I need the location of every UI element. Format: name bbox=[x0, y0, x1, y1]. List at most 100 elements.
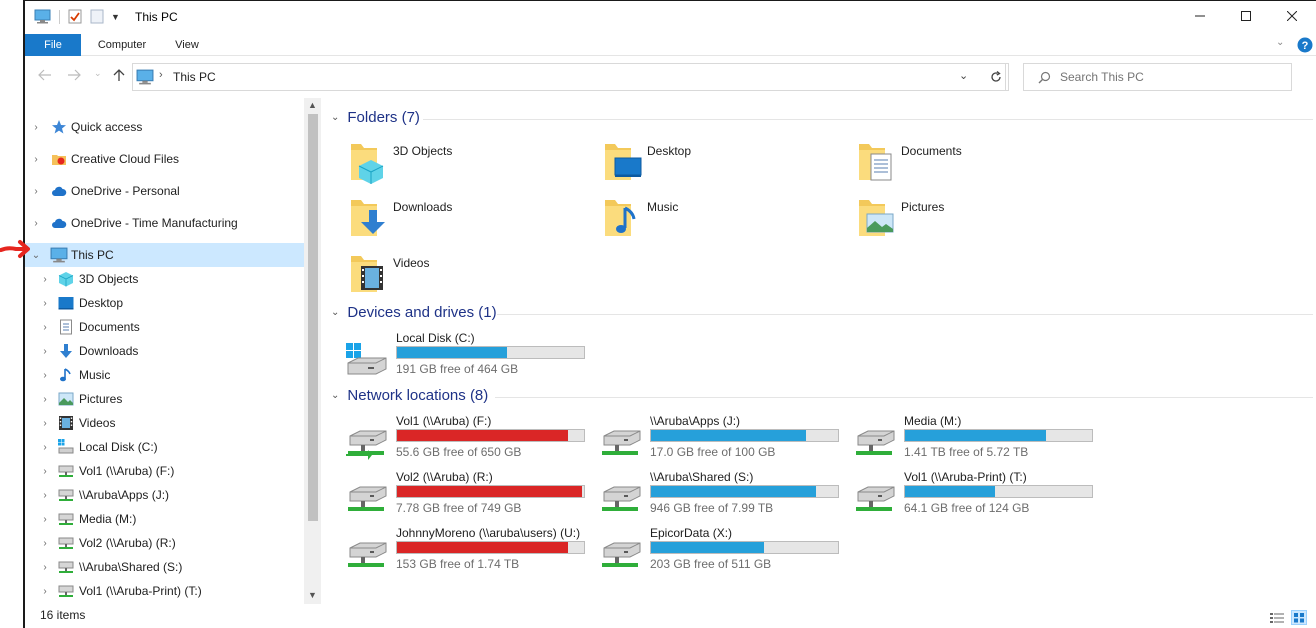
expand-chevron-icon[interactable]: › bbox=[31, 186, 41, 197]
folder-tile-pictures[interactable]: Pictures bbox=[855, 196, 1105, 248]
expand-chevron-icon[interactable]: › bbox=[40, 490, 50, 501]
nav-item-creative-cloud-files[interactable]: › Creative Cloud Files bbox=[25, 147, 304, 171]
address-bar[interactable]: › This PC ⌄ bbox=[132, 63, 1006, 91]
expand-chevron-icon[interactable]: › bbox=[40, 562, 50, 573]
expand-chevron-icon[interactable]: › bbox=[31, 218, 41, 229]
nav-item-documents[interactable]: › Documents bbox=[25, 315, 304, 339]
toolbar-divider bbox=[59, 9, 60, 24]
nav-item-local-disk-c[interactable]: › Local Disk (C:) bbox=[25, 435, 304, 459]
nav-item-videos[interactable]: › Videos bbox=[25, 411, 304, 435]
expand-chevron-icon[interactable]: › bbox=[40, 298, 50, 309]
minimize-icon bbox=[1195, 15, 1205, 17]
scroll-up-arrow-icon[interactable]: ▲ bbox=[308, 100, 317, 110]
nav-item-onedrive-personal[interactable]: › OneDrive - Personal bbox=[25, 179, 304, 203]
group-collapse-chevron-icon[interactable]: ⌄ bbox=[331, 390, 339, 401]
folder-tile-3d-objects[interactable]: 3D Objects bbox=[347, 140, 597, 192]
nav-item-quick-access[interactable]: › Quick access bbox=[25, 115, 304, 139]
drive-usage-fill bbox=[905, 486, 996, 497]
network-tile-media-m[interactable]: Media (M:) 1.41 TB free of 5.72 TB bbox=[856, 414, 1108, 466]
nav-item-vol2-aruba-r[interactable]: › Vol2 (\\Aruba) (R:) bbox=[25, 531, 304, 555]
nav-label: OneDrive - Time Manufacturing bbox=[71, 216, 238, 230]
group-header-devices[interactable]: ⌄ Devices and drives (1) bbox=[331, 304, 497, 321]
computer-icon bbox=[136, 69, 154, 85]
nav-item-onedrive-time-manufacturing[interactable]: › OneDrive - Time Manufacturing bbox=[25, 211, 304, 235]
help-icon[interactable]: ? bbox=[1297, 37, 1313, 53]
network-tile-vol1-aruba-f[interactable]: Vol1 (\\Aruba) (F:) 55.6 GB free of 650 … bbox=[346, 414, 600, 466]
nav-scrollbar-thumb[interactable] bbox=[308, 114, 318, 521]
recent-locations-chevron-icon[interactable]: ⌄ bbox=[94, 68, 102, 79]
back-button[interactable] bbox=[38, 68, 52, 84]
tab-computer[interactable]: Computer bbox=[87, 34, 157, 56]
drive-tile-local-disk-c[interactable]: Local Disk (C:) 191 GB free of 464 GB bbox=[346, 331, 600, 383]
tiles-view-icon[interactable] bbox=[1291, 610, 1307, 625]
folder-tile-documents[interactable]: Documents bbox=[855, 140, 1105, 192]
breadcrumb-separator-icon[interactable]: › bbox=[159, 69, 163, 81]
videos-icon bbox=[59, 416, 73, 430]
network-tile-johnnymoreno-u[interactable]: JohnnyMoreno (\\aruba\users) (U:) 153 GB… bbox=[348, 526, 600, 578]
nav-item-downloads[interactable]: › Downloads bbox=[25, 339, 304, 363]
group-header-network[interactable]: ⌄ Network locations (8) bbox=[331, 387, 488, 404]
network-tile-aruba-shared-s[interactable]: \\Aruba\Shared (S:) 946 GB free of 7.99 … bbox=[602, 470, 854, 522]
close-button[interactable] bbox=[1269, 0, 1315, 32]
details-view-icon[interactable] bbox=[1270, 612, 1284, 624]
network-drive-icon bbox=[602, 486, 641, 511]
expand-chevron-icon[interactable]: › bbox=[31, 154, 41, 165]
network-tile-epicordata-x[interactable]: EpicorData (X:) 203 GB free of 511 GB bbox=[602, 526, 854, 578]
nav-label: Music bbox=[79, 368, 111, 382]
folder-tile-downloads[interactable]: Downloads bbox=[347, 196, 597, 248]
up-button[interactable] bbox=[113, 68, 125, 85]
nav-item-this-pc[interactable]: ⌄ This PC bbox=[25, 243, 304, 267]
scroll-down-arrow-icon[interactable]: ▼ bbox=[308, 590, 317, 600]
network-tile-vol2-aruba-r[interactable]: Vol2 (\\Aruba) (R:) 7.78 GB free of 749 … bbox=[348, 470, 600, 522]
forward-button[interactable] bbox=[67, 68, 81, 84]
properties-icon[interactable] bbox=[68, 9, 82, 24]
drive-usage-fill bbox=[397, 542, 568, 553]
folder-label: 3D Objects bbox=[393, 144, 453, 158]
tab-view[interactable]: View bbox=[165, 34, 209, 56]
breadcrumb-this-pc[interactable]: This PC bbox=[173, 70, 216, 84]
network-drive-icon bbox=[58, 561, 74, 573]
expand-chevron-icon[interactable]: › bbox=[40, 538, 50, 549]
nav-item-vol1-aruba-print-t[interactable]: › Vol1 (\\Aruba-Print) (T:) bbox=[25, 579, 304, 603]
expand-chevron-icon[interactable]: › bbox=[40, 346, 50, 357]
expand-chevron-icon[interactable]: › bbox=[40, 370, 50, 381]
nav-item-media-m[interactable]: › Media (M:) bbox=[25, 507, 304, 531]
expand-chevron-icon[interactable]: › bbox=[40, 394, 50, 405]
nav-item-pictures[interactable]: › Pictures bbox=[25, 387, 304, 411]
expand-chevron-icon[interactable]: › bbox=[40, 514, 50, 525]
collapse-chevron-icon[interactable]: ⌄ bbox=[31, 250, 41, 261]
search-input[interactable] bbox=[1060, 70, 1280, 84]
expand-chevron-icon[interactable]: › bbox=[40, 466, 50, 477]
expand-ribbon-chevron-icon[interactable]: ⌄ bbox=[1276, 37, 1284, 48]
expand-chevron-icon[interactable]: › bbox=[40, 442, 50, 453]
group-collapse-chevron-icon[interactable]: ⌄ bbox=[331, 307, 339, 318]
folder-tile-videos[interactable]: Videos bbox=[347, 252, 597, 304]
network-tile-vol1-aruba-print-t[interactable]: Vol1 (\\Aruba-Print) (T:) 64.1 GB free o… bbox=[856, 470, 1108, 522]
refresh-button[interactable] bbox=[983, 63, 1009, 91]
expand-chevron-icon[interactable]: › bbox=[40, 274, 50, 285]
group-collapse-chevron-icon[interactable]: ⌄ bbox=[331, 112, 339, 123]
group-header-folders[interactable]: ⌄ Folders (7) bbox=[331, 109, 420, 126]
new-folder-icon[interactable] bbox=[90, 9, 104, 24]
nav-item-music[interactable]: › Music bbox=[25, 363, 304, 387]
tab-file[interactable]: File bbox=[25, 34, 81, 56]
nav-item-desktop[interactable]: › Desktop bbox=[25, 291, 304, 315]
nav-item-vol1-aruba-f[interactable]: › Vol1 (\\Aruba) (F:) bbox=[25, 459, 304, 483]
drive-free-space: 203 GB free of 511 GB bbox=[650, 557, 772, 571]
nav-item-aruba-shared-s[interactable]: › \\Aruba\Shared (S:) bbox=[25, 555, 304, 579]
nav-item-3d-objects[interactable]: › 3D Objects bbox=[25, 267, 304, 291]
minimize-button[interactable] bbox=[1177, 0, 1223, 32]
expand-chevron-icon[interactable]: › bbox=[31, 122, 41, 133]
address-history-chevron-icon[interactable]: ⌄ bbox=[959, 69, 968, 82]
expand-chevron-icon[interactable]: › bbox=[40, 586, 50, 597]
search-box[interactable] bbox=[1023, 63, 1292, 91]
nav-item-aruba-apps-j[interactable]: › \\Aruba\Apps (J:) bbox=[25, 483, 304, 507]
folder-label: Videos bbox=[393, 256, 430, 270]
expand-chevron-icon[interactable]: › bbox=[40, 322, 50, 333]
folder-tile-desktop[interactable]: Desktop bbox=[601, 140, 851, 192]
expand-chevron-icon[interactable]: › bbox=[40, 418, 50, 429]
folder-tile-music[interactable]: Music bbox=[601, 196, 851, 248]
network-tile-aruba-apps-j[interactable]: \\Aruba\Apps (J:) 17.0 GB free of 100 GB bbox=[602, 414, 854, 466]
customize-toolbar-chevron-icon[interactable]: ▼ bbox=[111, 12, 120, 22]
maximize-button[interactable] bbox=[1223, 0, 1269, 32]
